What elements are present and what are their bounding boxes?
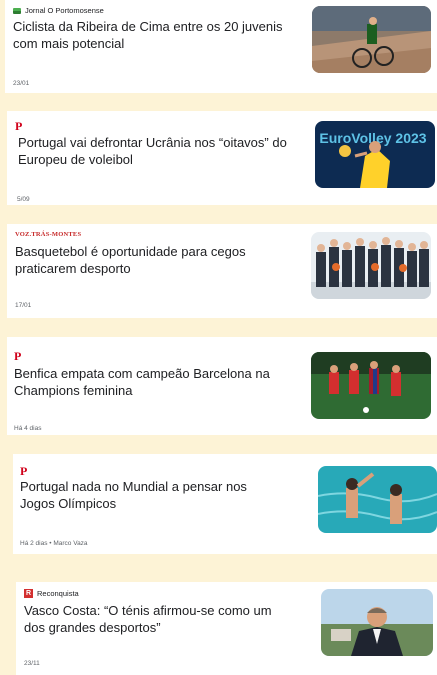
- voz-tras-montes-logo: VOZ.TRÁS-MONTES: [15, 231, 82, 238]
- source-label: P: [14, 350, 21, 362]
- publico-p-logo: P: [14, 349, 22, 363]
- source-label: VOZ.TRÁS-MONTES: [15, 231, 81, 238]
- source-label: P: [15, 120, 22, 132]
- article-title[interactable]: Vasco Costa: “O ténis afirmou-se como um…: [24, 602, 294, 636]
- news-card[interactable]: P Benfica empata com campeão Barcelona n…: [7, 337, 437, 435]
- news-card[interactable]: P Portugal nada no Mundial a pensar nos …: [13, 454, 437, 554]
- article-title[interactable]: Basquetebol é oportunidade para cegos pr…: [15, 243, 300, 277]
- article-title[interactable]: Ciclista da Ribeira de Cima entre os 20 …: [13, 18, 303, 52]
- volleyball-player-image[interactable]: EuroVolley 2023: [315, 121, 435, 188]
- article-date: 23/01: [13, 80, 30, 87]
- article-title[interactable]: Portugal vai defrontar Ucrânia nos “oita…: [18, 134, 293, 168]
- article-date: 23/11: [24, 660, 40, 667]
- article-title[interactable]: Portugal nada no Mundial a pensar nos Jo…: [20, 478, 285, 512]
- news-card[interactable]: P Portugal vai defrontar Ucrânia nos “oi…: [7, 111, 437, 205]
- article-date: Há 2 dias • Marco Vaza: [20, 540, 88, 547]
- source-label: R Reconquista: [24, 589, 79, 598]
- group-photo-image[interactable]: [311, 232, 431, 299]
- news-card[interactable]: VOZ.TRÁS-MONTES Basquetebol é oportunida…: [7, 224, 437, 318]
- synchronized-swimming-image[interactable]: [318, 466, 437, 533]
- publico-p-logo: P: [20, 464, 28, 478]
- green-flag-icon: [13, 7, 21, 14]
- source-label: P: [20, 465, 27, 477]
- article-title[interactable]: Benfica empata com campeão Barcelona na …: [14, 365, 284, 399]
- source-label: Jornal O Portomosense: [13, 6, 104, 15]
- article-date: Há 4 dias: [14, 425, 42, 432]
- publico-p-logo: P: [15, 119, 23, 133]
- cyclist-velodrome-image[interactable]: [312, 6, 431, 73]
- reconquista-logo: R: [24, 589, 33, 598]
- source-name: Jornal O Portomosense: [25, 6, 104, 15]
- article-date: 5/09: [17, 196, 30, 203]
- news-card[interactable]: R Reconquista Vasco Costa: “O ténis afir…: [16, 582, 437, 675]
- article-date: 17/01: [15, 302, 32, 309]
- man-portrait-image[interactable]: [321, 589, 433, 656]
- source-name: Reconquista: [37, 589, 79, 598]
- football-match-image[interactable]: [311, 352, 431, 419]
- news-card[interactable]: Jornal O Portomosense Ciclista da Ribeir…: [5, 0, 437, 93]
